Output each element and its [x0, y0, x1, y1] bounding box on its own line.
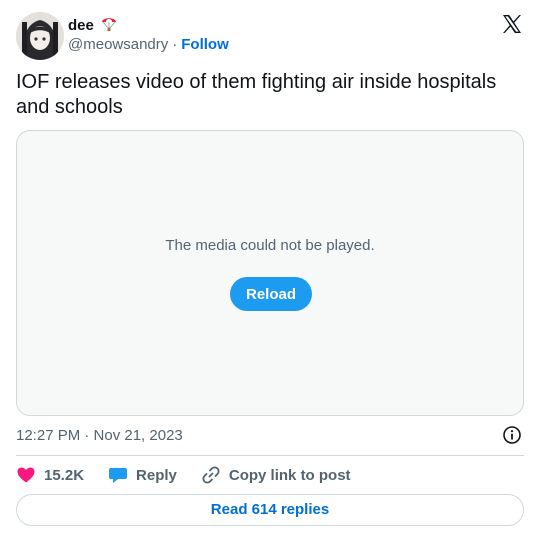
- author-display-name[interactable]: dee: [68, 17, 94, 34]
- speech-bubble-icon: [108, 465, 128, 485]
- reply-label: Reply: [136, 466, 177, 484]
- author-handle[interactable]: @meowsandry: [68, 36, 168, 53]
- media-player[interactable]: The media could not be played. Reload: [16, 130, 524, 416]
- follow-button[interactable]: Follow: [181, 36, 229, 53]
- copy-link-button[interactable]: Copy link to post: [201, 465, 351, 485]
- like-count: 15.2K: [44, 466, 85, 484]
- author-name-row: dee: [68, 14, 118, 37]
- post-text: IOF releases video of them fighting air …: [16, 71, 497, 118]
- divider: [16, 455, 524, 456]
- media-error-message: The media could not be played.: [165, 237, 375, 254]
- heart-icon: [16, 465, 36, 485]
- timestamp-row: 12:27 PM · Nov 21, 2023: [16, 425, 524, 445]
- author-handle-row: @meowsandry · Follow: [68, 36, 229, 53]
- post-timestamp[interactable]: 12:27 PM · Nov 21, 2023: [16, 427, 183, 444]
- info-icon[interactable]: [502, 425, 522, 445]
- separator-dot: ·: [172, 36, 178, 53]
- reload-button[interactable]: Reload: [230, 277, 312, 311]
- read-replies-button[interactable]: Read 614 replies: [16, 494, 524, 526]
- link-icon: [201, 465, 221, 485]
- parachute-emoji-icon: [100, 14, 118, 37]
- action-bar: 15.2K Reply Copy link to post: [16, 464, 375, 486]
- embedded-post-card: dee @meowsandry · Follow IOF releases vi…: [0, 0, 540, 542]
- like-button[interactable]: 15.2K: [16, 465, 84, 485]
- copy-link-label: Copy link to post: [228, 466, 351, 484]
- x-logo-icon[interactable]: [500, 12, 524, 36]
- reply-button[interactable]: Reply: [108, 465, 177, 485]
- avatar[interactable]: [16, 12, 64, 60]
- avatar-image: [16, 12, 64, 60]
